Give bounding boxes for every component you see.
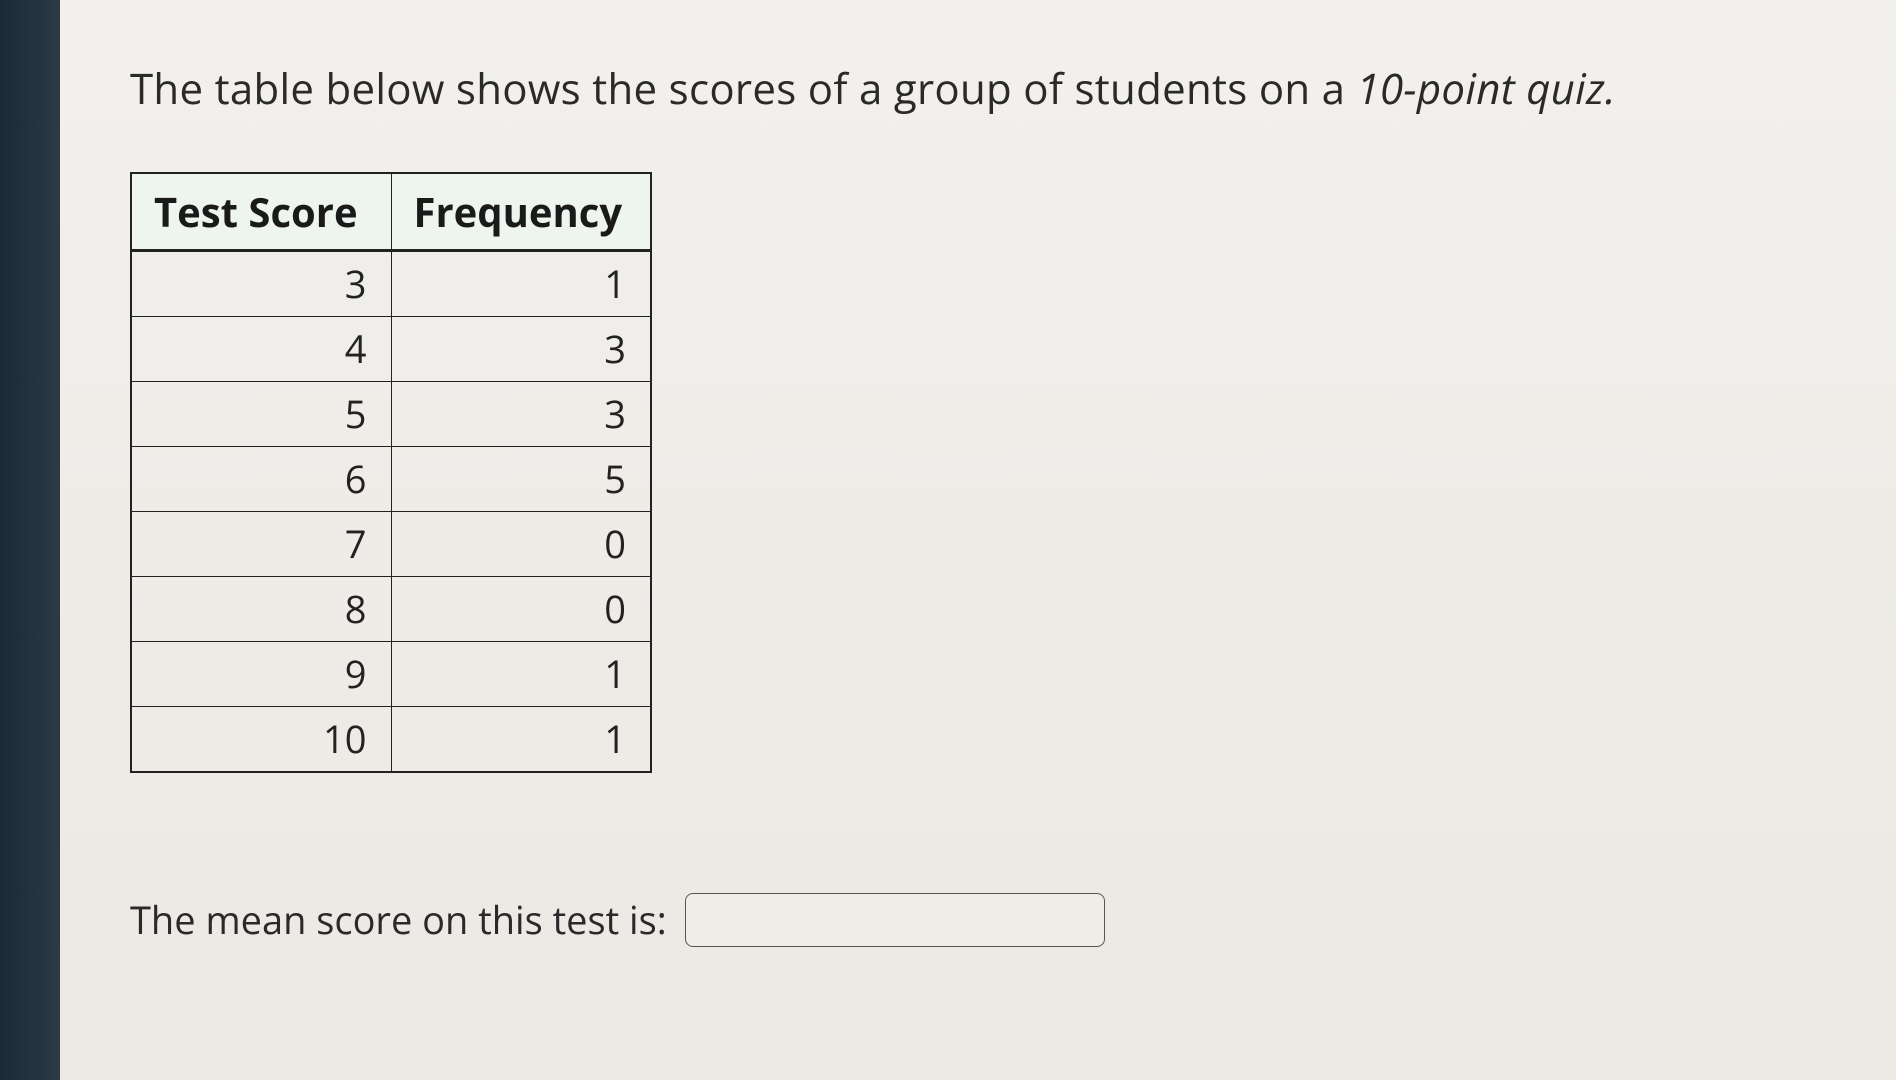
cell-freq: 0 <box>391 512 651 577</box>
answer-row: The mean score on this test is: <box>130 893 1836 947</box>
prompt-pre: The table below shows the scores of a gr… <box>130 60 1357 117</box>
cell-score: 10 <box>131 707 391 773</box>
cell-freq: 3 <box>391 382 651 447</box>
cell-freq: 5 <box>391 447 651 512</box>
table-header-row: Test Score Frequency <box>131 173 651 251</box>
table-row: 4 3 <box>131 317 651 382</box>
table-row: 9 1 <box>131 642 651 707</box>
prompt-text: The table below shows the scores of a gr… <box>130 60 1836 117</box>
header-test-score: Test Score <box>131 173 391 251</box>
screen-edge <box>0 0 60 1080</box>
mean-score-input[interactable] <box>685 893 1105 947</box>
cell-score: 3 <box>131 251 391 317</box>
cell-freq: 1 <box>391 251 651 317</box>
cell-freq: 1 <box>391 642 651 707</box>
table-row: 3 1 <box>131 251 651 317</box>
cell-score: 6 <box>131 447 391 512</box>
table-row: 5 3 <box>131 382 651 447</box>
cell-freq: 1 <box>391 707 651 773</box>
table-row: 10 1 <box>131 707 651 773</box>
score-frequency-table: Test Score Frequency 3 1 4 3 5 3 6 5 7 <box>130 172 652 773</box>
question-content: The table below shows the scores of a gr… <box>0 0 1896 1007</box>
cell-score: 4 <box>131 317 391 382</box>
cell-score: 5 <box>131 382 391 447</box>
cell-score: 8 <box>131 577 391 642</box>
prompt-italic: 10-point quiz. <box>1357 60 1616 117</box>
cell-score: 7 <box>131 512 391 577</box>
cell-freq: 3 <box>391 317 651 382</box>
answer-label: The mean score on this test is: <box>130 894 667 946</box>
table-row: 6 5 <box>131 447 651 512</box>
table-row: 8 0 <box>131 577 651 642</box>
header-frequency: Frequency <box>391 173 651 251</box>
table-row: 7 0 <box>131 512 651 577</box>
cell-score: 9 <box>131 642 391 707</box>
cell-freq: 0 <box>391 577 651 642</box>
